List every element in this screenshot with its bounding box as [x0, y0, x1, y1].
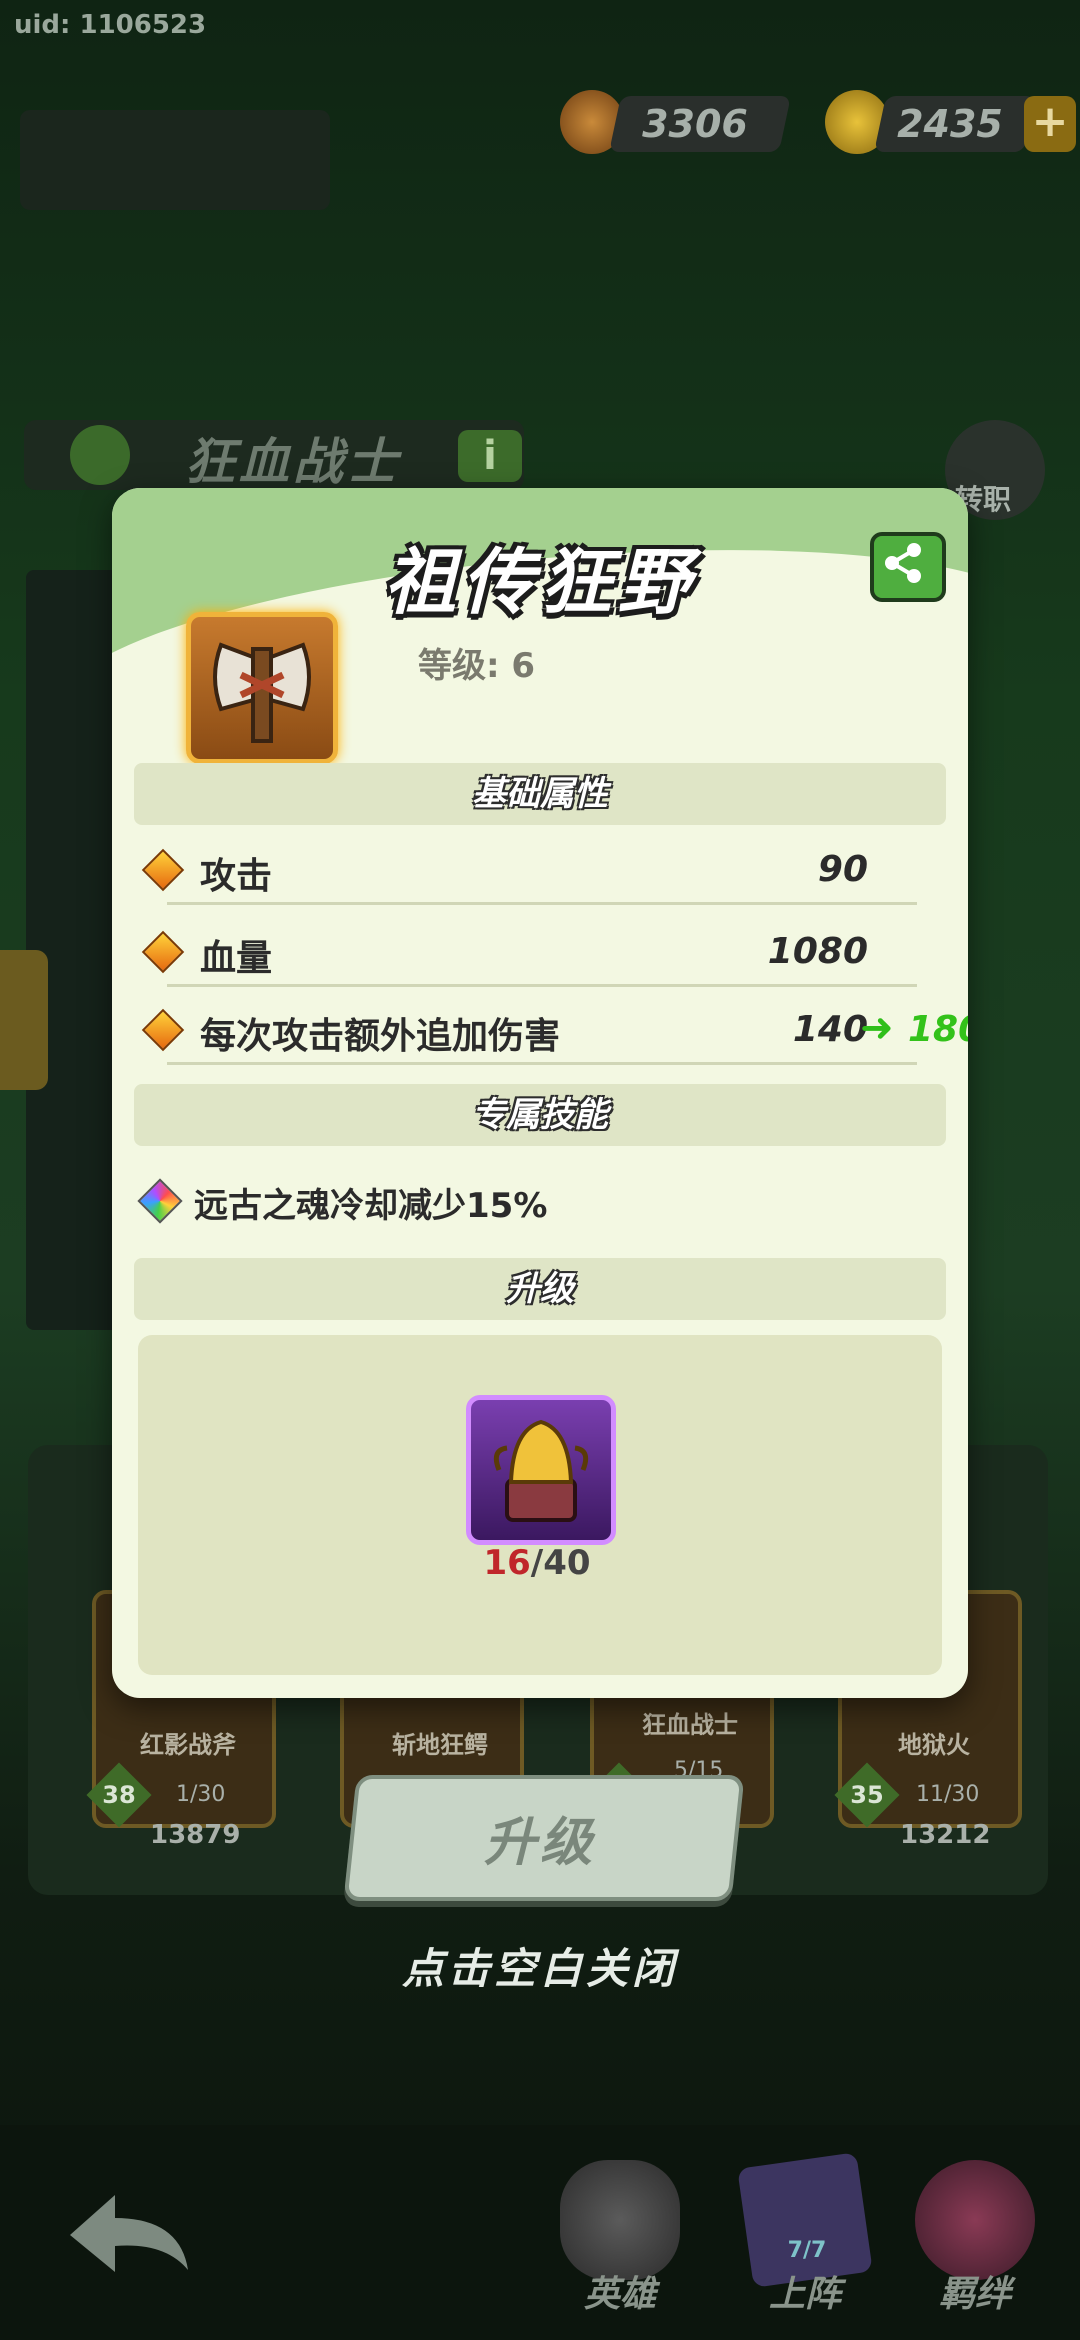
stat-name: 攻击 — [200, 856, 273, 897]
hero-name: 狂血战士 — [185, 433, 401, 491]
side-tab-button[interactable] — [0, 950, 48, 1090]
stat-row: 攻击 90 — [141, 843, 928, 903]
stat-row: 每次攻击额外追加伤害 140 ➜ 180 — [141, 1003, 968, 1063]
stat-name: 血量 — [200, 938, 273, 979]
hero-info-button[interactable]: i — [458, 430, 522, 482]
hero-card-progress: 1/30 — [176, 1782, 226, 1807]
food-count: 3306 — [642, 102, 748, 146]
item-level: 等级: 6 — [418, 646, 536, 686]
stat-row: 血量 1080 — [141, 925, 928, 985]
skill-description: 远古之魂冷却减少15% — [194, 1186, 548, 1226]
exclusive-skill-header: 专属技能 — [472, 1095, 608, 1135]
nav-lineup[interactable]: 上阵 — [735, 2265, 875, 2317]
lineup-count-badge: 7/7 — [787, 2238, 827, 2263]
hero-card-progress: 11/30 — [916, 1782, 980, 1807]
hero-card-name: 狂血战士 — [642, 1711, 738, 1739]
hero-card-name: 地狱火 — [898, 1731, 970, 1759]
leaf-icon — [70, 425, 130, 485]
bond-icon — [915, 2160, 1035, 2280]
hero-card-level: 38 — [102, 1781, 136, 1809]
share-icon — [885, 543, 921, 583]
share-button[interactable] — [870, 532, 946, 602]
add-gold-button[interactable]: + — [1024, 96, 1076, 152]
base-attributes-header: 基础属性 — [472, 774, 608, 814]
uid-label: uid: 1106523 — [14, 10, 207, 40]
hero-card-power: 13212 — [900, 1820, 991, 1850]
divider — [167, 984, 917, 987]
back-arrow-icon[interactable] — [60, 2180, 200, 2280]
upgrade-button-label: 升级 — [483, 1813, 596, 1873]
close-hint[interactable]: 点击空白关闭 — [0, 1935, 1080, 1996]
divider — [167, 902, 917, 905]
hero-card-name: 斩地狂鳄 — [392, 1731, 488, 1759]
hero-card-power: 13879 — [150, 1820, 241, 1850]
hero-card-name: 红影战斧 — [140, 1731, 236, 1759]
stat-diamond-icon — [141, 930, 185, 974]
stat-name: 每次攻击额外追加伤害 — [200, 1016, 561, 1057]
helmet-icon — [560, 2160, 680, 2280]
material-count: 16/40 — [442, 1543, 632, 1583]
nav-bonds[interactable]: 羁绊 — [905, 2265, 1045, 2317]
gold-count: 2435 — [897, 102, 1003, 146]
rainbow-diamond-icon — [137, 1178, 183, 1224]
upgrade-header: 升级 — [506, 1269, 574, 1309]
stat-diamond-icon — [141, 848, 185, 892]
golden-helmet-material-icon[interactable] — [466, 1395, 616, 1545]
increase-arrow-icon: ➜ — [860, 1005, 894, 1051]
stat-value: 140 — [792, 1009, 868, 1050]
stat-value: 90 — [817, 849, 868, 890]
player-panel[interactable] — [20, 110, 330, 210]
item-detail-modal: 祖传狂野 等级: 6 基础属性 攻击 90 血量 1080 每次攻击额外追加伤害… — [112, 488, 968, 1698]
nav-heroes[interactable]: 英雄 — [550, 2265, 690, 2317]
axe-item-icon — [186, 612, 338, 764]
divider — [167, 1062, 917, 1065]
stat-diamond-icon — [141, 1008, 185, 1052]
stat-next-value: 180 — [908, 1009, 968, 1050]
stat-value: 1080 — [767, 931, 868, 972]
material-need: /40 — [530, 1543, 591, 1583]
hero-card-level: 35 — [850, 1781, 884, 1809]
material-have: 16 — [483, 1543, 531, 1583]
